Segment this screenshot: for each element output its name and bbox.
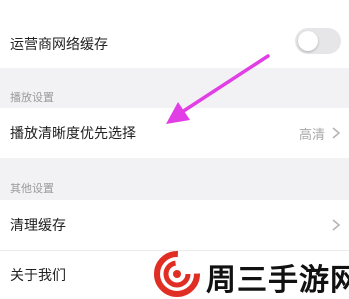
about-us-label: 关于我们 — [10, 268, 66, 284]
carrier-cache-row[interactable]: 运营商网络缓存 — [0, 0, 349, 68]
watermark-swirl-icon — [154, 251, 200, 297]
carrier-cache-label: 运营商网络缓存 — [10, 37, 108, 53]
toggle-knob — [298, 31, 318, 51]
chevron-right-icon — [332, 127, 341, 139]
watermark-logo: 周三手游网 — [152, 249, 349, 299]
clear-cache-label: 清理缓存 — [10, 218, 66, 234]
playback-quality-value: 高清 — [298, 128, 325, 143]
chevron-right-icon — [332, 219, 341, 231]
settings-screen: 运营商网络缓存 播放设置 播放清晰度优先选择 高清 其他设置 清理缓存 关于我们 — [0, 0, 349, 299]
other-section-title: 其他设置 — [10, 182, 54, 195]
playback-quality-row[interactable]: 播放清晰度优先选择 高清 — [0, 108, 349, 158]
playback-quality-label: 播放清晰度优先选择 — [10, 126, 136, 142]
playback-section-title: 播放设置 — [10, 91, 54, 104]
carrier-cache-toggle[interactable] — [295, 28, 341, 54]
watermark-text: 周三手游网 — [206, 263, 349, 298]
clear-cache-row[interactable]: 清理缓存 — [0, 200, 349, 250]
